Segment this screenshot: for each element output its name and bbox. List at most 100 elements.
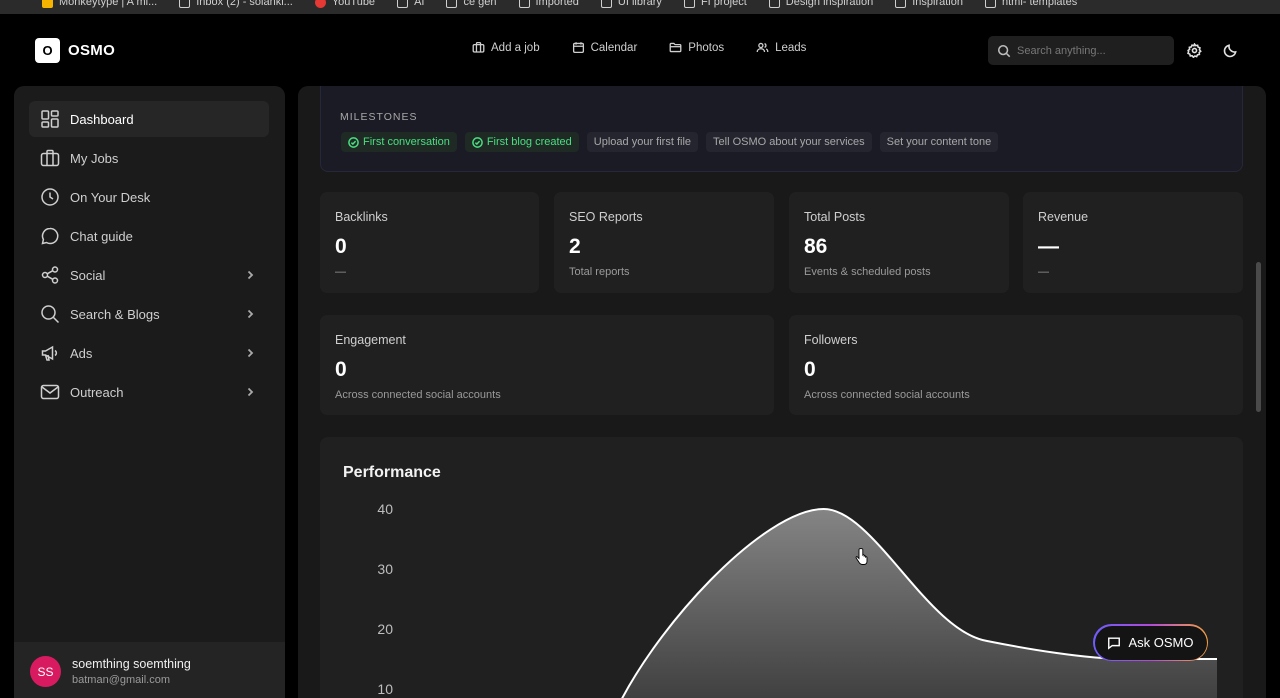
- search-input[interactable]: [1017, 44, 1167, 57]
- nav-label: Add a job: [491, 41, 540, 54]
- bookmark-label: html- templates: [1002, 0, 1078, 8]
- stat-card-revenue[interactable]: Revenue — —: [1023, 192, 1243, 293]
- folder-icon: [179, 0, 191, 8]
- stat-subtitle: Across connected social accounts: [335, 389, 501, 401]
- folder-icon: [518, 0, 530, 8]
- user-profile[interactable]: SS soemthing soemthing batman@gmail.com: [14, 642, 285, 698]
- stat-value: 0: [335, 358, 347, 381]
- chevron-right-icon: [247, 270, 254, 280]
- bookmark-label: Design inspiration: [785, 0, 874, 8]
- bookmark-item[interactable]: Imported: [518, 0, 579, 8]
- nav-calendar[interactable]: Calendar: [572, 41, 638, 54]
- sidebar-item-label: Social: [70, 267, 106, 283]
- sidebar-item-label: My Jobs: [70, 150, 119, 166]
- milestone-chip[interactable]: Set your content tone: [879, 132, 999, 152]
- bookmark-item[interactable]: UI library: [600, 0, 662, 8]
- briefcase-icon: [40, 149, 60, 167]
- stat-title: Revenue: [1038, 210, 1089, 224]
- stat-title: Total Posts: [804, 210, 866, 224]
- pointer-cursor-icon: [855, 548, 868, 565]
- folder-icon: [895, 0, 907, 8]
- sidebar: Dashboard My Jobs On Your Desk Chat guid…: [14, 86, 285, 698]
- ask-osmo-button[interactable]: Ask OSMO: [1093, 624, 1208, 661]
- bookmark-item[interactable]: Monkeytype | A mi...: [42, 0, 157, 8]
- y-tick-label: 30: [377, 561, 393, 577]
- settings-button[interactable]: [1187, 42, 1202, 59]
- scrollbar[interactable]: [1256, 262, 1261, 412]
- bookmark-label: Inspiration: [912, 0, 963, 8]
- top-header: O OSMO Add a job Calendar Photos Leads: [0, 14, 1280, 86]
- bookmark-item[interactable]: FI project: [683, 0, 747, 8]
- bookmark-item[interactable]: Design inspiration: [768, 0, 874, 8]
- bookmark-label: Monkeytype | A mi...: [59, 0, 158, 8]
- sidebar-item-label: Chat guide: [70, 228, 133, 244]
- favicon-icon: [42, 0, 53, 8]
- stat-card-seo-reports[interactable]: SEO Reports 2 Total reports: [554, 192, 774, 293]
- sidebar-item-ads[interactable]: Ads: [29, 335, 269, 371]
- main-content: MILESTONES First conversation First blog …: [298, 86, 1266, 698]
- check-circle-icon: [471, 136, 483, 148]
- megaphone-icon: [41, 345, 58, 361]
- bookmark-item[interactable]: html- templates: [985, 0, 1077, 8]
- stat-value: —: [1038, 235, 1059, 258]
- stat-card-followers[interactable]: Followers 0 Across connected social acco…: [789, 315, 1243, 415]
- folder-icon: [683, 0, 695, 8]
- stat-title: SEO Reports: [569, 210, 643, 224]
- user-name: soemthing soemthing: [72, 657, 191, 671]
- ask-osmo-inner: Ask OSMO: [1094, 625, 1207, 660]
- bookmarks-bar: Monkeytype | A mi... Inbox (2) - solanki.…: [0, 0, 1280, 14]
- sidebar-item-on-your-desk[interactable]: On Your Desk: [29, 179, 269, 215]
- folder-icon: [985, 0, 996, 8]
- bookmark-label: YouTube: [331, 0, 376, 8]
- milestone-chip[interactable]: First conversation: [341, 132, 457, 152]
- stat-card-backlinks[interactable]: Backlinks 0 —: [320, 192, 539, 293]
- stat-subtitle: —: [1038, 266, 1049, 278]
- folder-icon: [768, 0, 780, 8]
- bookmark-item[interactable]: Inspiration: [895, 0, 963, 8]
- nav-label: Calendar: [590, 41, 638, 54]
- brand-name: OSMO: [68, 42, 116, 59]
- user-email: batman@gmail.com: [72, 674, 170, 686]
- apps-grid-icon[interactable]: [0, 0, 20, 8]
- stat-value: 0: [335, 235, 347, 258]
- sidebar-item-outreach[interactable]: Outreach: [29, 374, 269, 410]
- nav-leads[interactable]: Leads: [756, 41, 806, 54]
- search-box[interactable]: [988, 36, 1174, 65]
- stat-subtitle: Events & scheduled posts: [804, 266, 931, 278]
- sidebar-item-dashboard[interactable]: Dashboard: [29, 101, 269, 137]
- ask-osmo-label: Ask OSMO: [1128, 635, 1194, 650]
- chevron-right-icon: [247, 309, 254, 319]
- bookmark-item[interactable]: AI: [397, 0, 424, 8]
- theme-toggle-button[interactable]: [1223, 43, 1238, 58]
- bookmark-label: UI library: [617, 0, 662, 8]
- bookmark-label: FI project: [700, 0, 747, 8]
- briefcase-icon: [472, 41, 485, 53]
- stat-card-total-posts[interactable]: Total Posts 86 Events & scheduled posts: [789, 192, 1009, 293]
- milestones-list: First conversation First blog created Uplo…: [341, 132, 1006, 152]
- stat-subtitle: Across connected social accounts: [804, 389, 970, 401]
- calendar-icon: [572, 42, 584, 54]
- sidebar-item-chat-guide[interactable]: Chat guide: [29, 218, 269, 254]
- sidebar-item-my-jobs[interactable]: My Jobs: [29, 140, 269, 176]
- logo[interactable]: O OSMO: [35, 38, 115, 63]
- sidebar-item-social[interactable]: Social: [29, 257, 269, 293]
- chevron-right-icon: [247, 348, 254, 358]
- folder-icon: [446, 0, 458, 8]
- sidebar-item-label: On Your Desk: [70, 189, 151, 205]
- stat-subtitle: —: [335, 266, 346, 278]
- sidebar-item-search-blogs[interactable]: Search & Blogs: [29, 296, 269, 332]
- bookmark-item[interactable]: YouTube: [314, 0, 376, 8]
- stat-card-engagement[interactable]: Engagement 0 Across connected social acc…: [320, 315, 774, 415]
- milestone-chip[interactable]: First blog created: [464, 132, 579, 152]
- milestone-label: Tell OSMO about your services: [713, 136, 865, 148]
- bookmark-item[interactable]: Inbox (2) - solanki...: [179, 0, 293, 8]
- stat-title: Followers: [804, 333, 858, 347]
- milestone-chip[interactable]: Upload your first file: [586, 132, 699, 152]
- chat-icon: [1108, 636, 1121, 650]
- mail-icon: [40, 384, 60, 400]
- nav-add-a-job[interactable]: Add a job: [472, 41, 540, 54]
- milestone-chip[interactable]: Tell OSMO about your services: [706, 132, 872, 152]
- nav-photos[interactable]: Photos: [669, 41, 724, 54]
- sidebar-item-label: Outreach: [70, 384, 124, 400]
- bookmark-item[interactable]: ce gen: [446, 0, 497, 8]
